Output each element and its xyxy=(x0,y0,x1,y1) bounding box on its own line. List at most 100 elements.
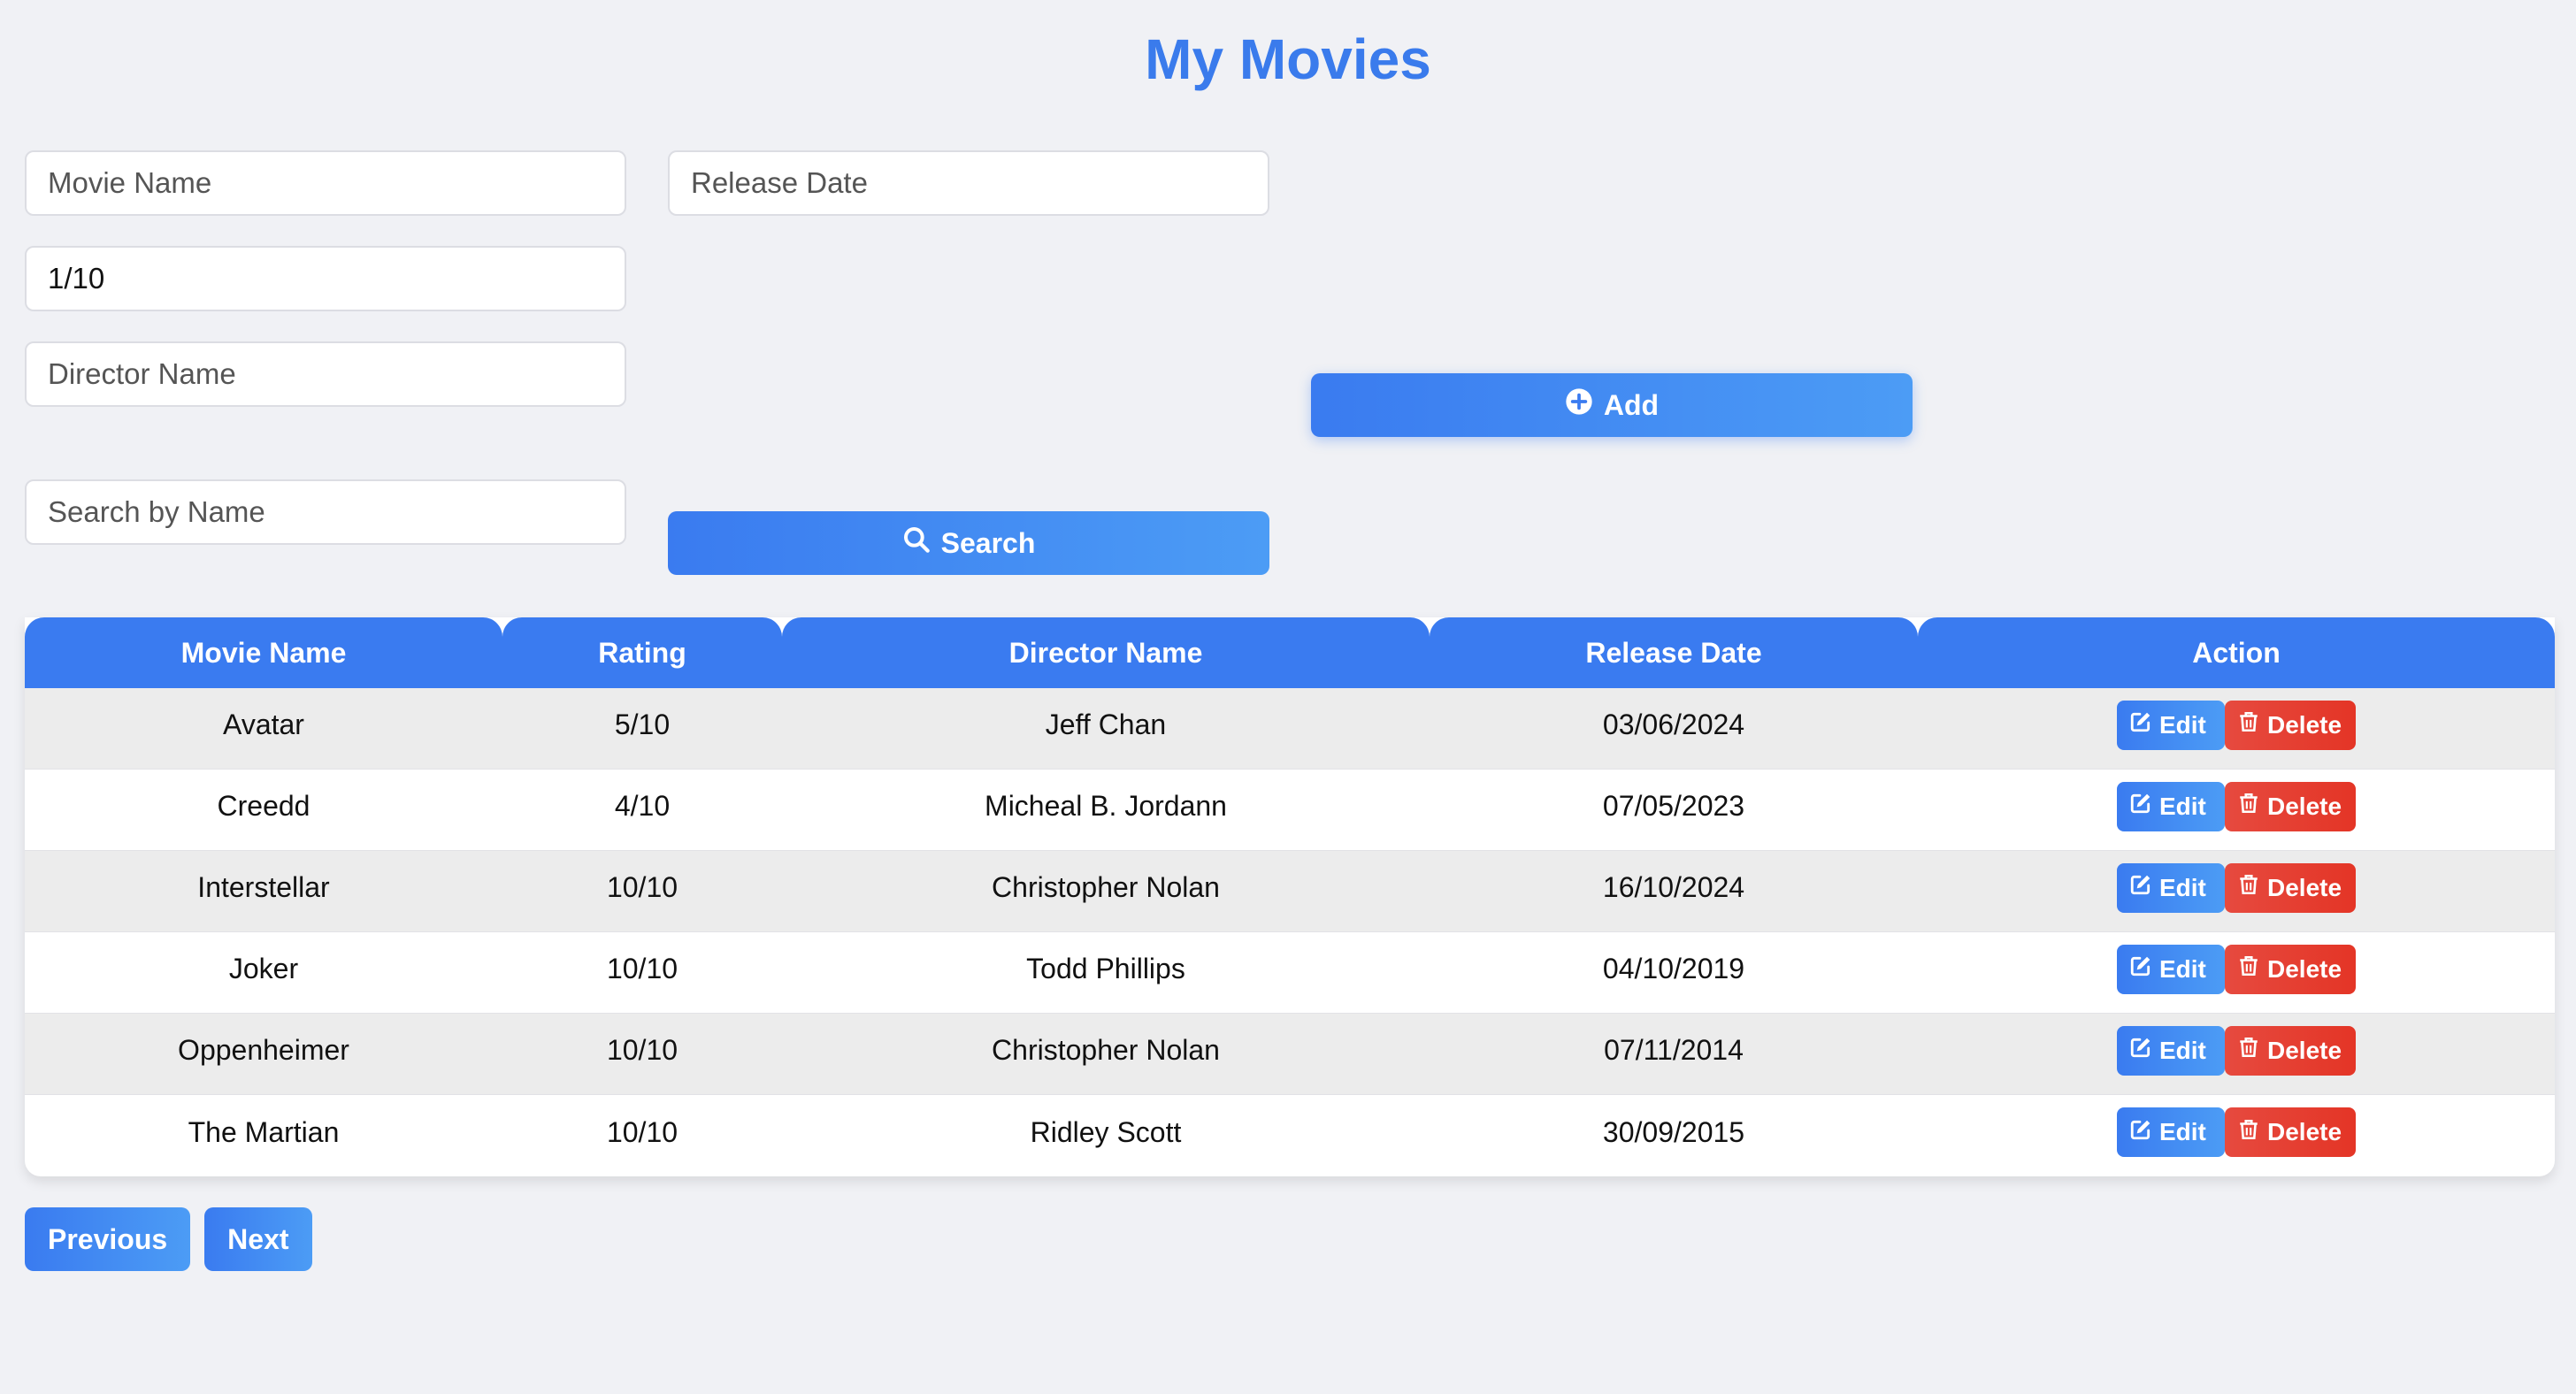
cell-rating: 10/10 xyxy=(606,1115,678,1148)
edit-button-label: Edit xyxy=(2159,792,2206,820)
edit-icon xyxy=(2129,1118,2152,1147)
delete-button-label: Delete xyxy=(2267,792,2342,820)
cell-movie-name: Joker xyxy=(228,953,299,984)
delete-button[interactable]: Delete xyxy=(2225,1107,2356,1157)
column-header-director-name[interactable]: Director Name xyxy=(782,617,1430,688)
cell-director-name: Jeff Chan xyxy=(1045,708,1167,740)
cell-action: Edit Delete xyxy=(1918,688,2555,769)
cell-rating: 5/10 xyxy=(614,708,671,740)
cell-release-date: 07/11/2014 xyxy=(1604,1034,1744,1066)
movies-table: Movie Name Rating Director Name Release … xyxy=(25,617,2555,1176)
cell-release-date: 07/05/2023 xyxy=(1602,790,1745,822)
search-button-label: Search xyxy=(940,526,1036,559)
cell-release-date: 16/10/2024 xyxy=(1602,871,1745,903)
release-date-input[interactable] xyxy=(668,150,1269,216)
add-button-label: Add xyxy=(1603,388,1660,421)
delete-button[interactable]: Delete xyxy=(2225,1025,2356,1076)
delete-button[interactable]: Delete xyxy=(2225,781,2356,831)
cell-movie-name: Oppenheimer xyxy=(178,1034,349,1066)
table-row: The Martian 10/10 Ridley Scott 30/09/201… xyxy=(25,1095,2555,1176)
table-row: Interstellar 10/10 Christopher Nolan 16/… xyxy=(25,851,2555,932)
cell-action: Edit Delete xyxy=(1918,1095,2555,1176)
cell-action: Edit Delete xyxy=(1918,851,2555,931)
column-header-action: Action xyxy=(1918,617,2555,688)
cell-rating: 10/10 xyxy=(606,871,678,903)
cell-release-date: 03/06/2024 xyxy=(1602,708,1745,740)
movies-page: My Movies Add Search Movie Name Rating D… xyxy=(0,0,2576,1394)
row-actions: Edit Delete xyxy=(2117,862,2356,913)
edit-button-label: Edit xyxy=(2159,710,2206,739)
cell-director-name: Ridley Scott xyxy=(1030,1115,1182,1148)
edit-button[interactable]: Edit xyxy=(2117,700,2225,750)
search-input[interactable] xyxy=(25,479,626,545)
edit-icon xyxy=(2129,792,2152,821)
cell-director-name: Micheal B. Jordann xyxy=(985,790,1227,822)
table-row: Creedd 4/10 Micheal B. Jordann 07/05/202… xyxy=(25,770,2555,851)
cell-action: Edit Delete xyxy=(1918,770,2555,850)
delete-button-label: Delete xyxy=(2267,1036,2342,1064)
cell-rating: 10/10 xyxy=(606,953,678,984)
edit-button[interactable]: Edit xyxy=(2117,1025,2225,1076)
cell-movie-name: Interstellar xyxy=(197,871,330,903)
add-button[interactable]: Add xyxy=(1311,373,1913,437)
table-row: Oppenheimer 10/10 Christopher Nolan 07/1… xyxy=(25,1014,2555,1095)
pagination: Previous Next xyxy=(25,1207,312,1271)
edit-icon xyxy=(2129,954,2152,984)
edit-icon xyxy=(2129,873,2152,902)
delete-button[interactable]: Delete xyxy=(2225,862,2356,913)
delete-button[interactable]: Delete xyxy=(2225,700,2356,750)
cell-movie-name: Avatar xyxy=(223,708,304,740)
movie-name-input[interactable] xyxy=(25,150,626,216)
trash-icon xyxy=(2237,792,2260,821)
plus-circle-icon xyxy=(1565,387,1593,423)
row-actions: Edit Delete xyxy=(2117,700,2356,750)
delete-button-label: Delete xyxy=(2267,710,2342,739)
edit-icon xyxy=(2129,710,2152,739)
cell-release-date: 04/10/2019 xyxy=(1602,953,1745,984)
cell-rating: 4/10 xyxy=(614,790,671,822)
column-header-rating[interactable]: Rating xyxy=(502,617,782,688)
table-row: Avatar 5/10 Jeff Chan 03/06/2024 Edit De… xyxy=(25,688,2555,770)
search-icon xyxy=(902,525,931,561)
delete-button-label: Delete xyxy=(2267,1118,2342,1145)
cell-movie-name: Creedd xyxy=(217,790,310,822)
cell-movie-name: The Martian xyxy=(188,1115,340,1148)
cell-director-name: Christopher Nolan xyxy=(992,1034,1220,1066)
edit-button[interactable]: Edit xyxy=(2117,781,2225,831)
delete-button-label: Delete xyxy=(2267,954,2342,983)
edit-icon xyxy=(2129,1036,2152,1065)
rating-input[interactable] xyxy=(25,246,626,311)
next-button[interactable]: Next xyxy=(204,1207,312,1271)
search-button[interactable]: Search xyxy=(668,511,1269,575)
previous-button[interactable]: Previous xyxy=(25,1207,191,1271)
cell-rating: 10/10 xyxy=(606,1034,678,1066)
delete-button-label: Delete xyxy=(2267,873,2342,901)
edit-button[interactable]: Edit xyxy=(2117,862,2225,913)
delete-button[interactable]: Delete xyxy=(2225,944,2356,994)
cell-release-date: 30/09/2015 xyxy=(1602,1115,1745,1148)
column-header-movie-name[interactable]: Movie Name xyxy=(25,617,502,688)
trash-icon xyxy=(2237,1036,2260,1065)
column-header-release-date[interactable]: Release Date xyxy=(1430,617,1918,688)
row-actions: Edit Delete xyxy=(2117,944,2356,994)
cell-action: Edit Delete xyxy=(1918,932,2555,1013)
trash-icon xyxy=(2237,710,2260,739)
cell-director-name: Todd Phillips xyxy=(1026,953,1185,984)
table-row: Joker 10/10 Todd Phillips 04/10/2019 Edi… xyxy=(25,932,2555,1014)
trash-icon xyxy=(2237,873,2260,902)
page-title: My Movies xyxy=(1145,27,1431,91)
edit-button[interactable]: Edit xyxy=(2117,944,2225,994)
cell-action: Edit Delete xyxy=(1918,1014,2555,1094)
edit-button-label: Edit xyxy=(2159,1036,2206,1064)
cell-director-name: Christopher Nolan xyxy=(992,871,1220,903)
row-actions: Edit Delete xyxy=(2117,781,2356,831)
edit-button-label: Edit xyxy=(2159,1118,2206,1145)
table-header: Movie Name Rating Director Name Release … xyxy=(25,617,2555,688)
edit-button[interactable]: Edit xyxy=(2117,1107,2225,1157)
director-name-input[interactable] xyxy=(25,341,626,407)
row-actions: Edit Delete xyxy=(2117,1107,2356,1157)
edit-button-label: Edit xyxy=(2159,873,2206,901)
trash-icon xyxy=(2237,1118,2260,1147)
edit-button-label: Edit xyxy=(2159,954,2206,983)
row-actions: Edit Delete xyxy=(2117,1025,2356,1076)
